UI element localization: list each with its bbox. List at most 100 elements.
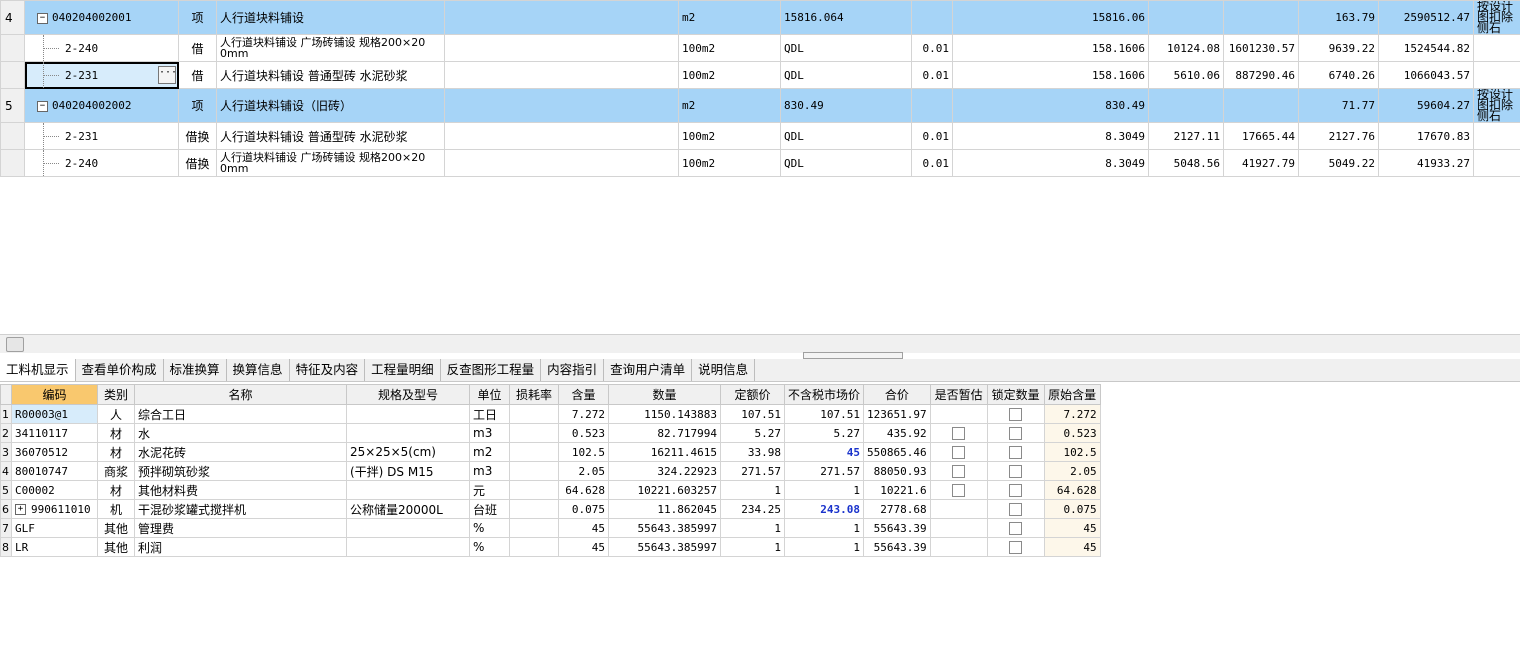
resource-spec[interactable]: [346, 480, 470, 500]
is-estimate-checkbox[interactable]: [952, 484, 966, 497]
combined-price[interactable]: 17665.44: [1223, 122, 1299, 150]
market-price-excl-tax[interactable]: 45: [783, 442, 865, 462]
unit-price[interactable]: [1148, 88, 1224, 123]
composite-unit-price[interactable]: 9639.22: [1298, 34, 1379, 62]
is-estimate-checkbox[interactable]: [952, 465, 966, 478]
tab-9[interactable]: 查询用户清单: [604, 359, 693, 381]
column-header[interactable]: 数量: [608, 384, 721, 405]
quota-price[interactable]: 1: [720, 537, 785, 557]
content[interactable]: 45: [558, 537, 609, 557]
row-number[interactable]: 1: [0, 404, 12, 424]
composite-unit-price[interactable]: 5049.22: [1298, 149, 1379, 177]
tab-1[interactable]: 工料机显示: [0, 359, 76, 381]
item-unit[interactable]: 100m2: [678, 34, 781, 62]
row-number[interactable]: 4: [0, 461, 12, 481]
resource-name[interactable]: 利润: [134, 537, 347, 557]
resource-code[interactable]: 36070512: [11, 442, 98, 462]
item-type[interactable]: 项: [178, 88, 217, 123]
quantity[interactable]: 16211.4615: [608, 442, 721, 462]
loss-rate[interactable]: [509, 461, 559, 481]
resource-spec[interactable]: [346, 518, 470, 538]
resource-code[interactable]: R00003@1: [11, 404, 98, 424]
combined-price[interactable]: 1601230.57: [1223, 34, 1299, 62]
resource-spec[interactable]: [346, 404, 470, 424]
column-header[interactable]: 编码: [11, 384, 98, 405]
tab-6[interactable]: 工程量明细: [365, 359, 441, 381]
resource-name[interactable]: 预拌砌筑砂浆: [134, 461, 347, 481]
quantity[interactable]: 8.3049: [952, 122, 1149, 150]
resource-code[interactable]: C00002: [11, 480, 98, 500]
loss-rate[interactable]: [509, 480, 559, 500]
calculation-rule[interactable]: [1473, 34, 1520, 62]
item-code-cell[interactable]: 2-231: [24, 122, 179, 150]
item-unit[interactable]: m2: [678, 88, 781, 123]
content[interactable]: 2.05: [558, 461, 609, 481]
original-content[interactable]: 45: [1043, 537, 1101, 557]
quantity[interactable]: 830.49: [952, 88, 1149, 123]
item-name[interactable]: 人行道块料铺设 广场砖铺设 规格200×20 0mm: [216, 34, 445, 62]
item-code-cell[interactable]: −040204002001: [24, 0, 179, 35]
row-number[interactable]: 8: [0, 537, 12, 557]
column-header[interactable]: 含量: [558, 384, 609, 405]
original-content[interactable]: 7.272: [1043, 404, 1101, 424]
resource-unit[interactable]: m3: [469, 423, 510, 443]
calculation-rule[interactable]: [1473, 122, 1520, 150]
row-number[interactable]: 3: [0, 442, 12, 462]
quantity-expression[interactable]: 15816.064: [780, 0, 912, 35]
lock-quantity-cell[interactable]: [986, 499, 1045, 519]
resource-unit[interactable]: 台班: [469, 499, 510, 519]
resource-category[interactable]: 机: [97, 499, 135, 519]
lock-quantity-cell[interactable]: [986, 442, 1045, 462]
quota-price[interactable]: 1: [720, 480, 785, 500]
combined-price[interactable]: [1223, 88, 1299, 123]
quantity[interactable]: 55643.385997: [608, 537, 721, 557]
quota-price[interactable]: 271.57: [720, 461, 785, 481]
item-feature[interactable]: [444, 122, 679, 150]
resource-spec[interactable]: 公称储量20000L: [346, 499, 470, 519]
resource-row[interactable]: 8 LR 其他 利润% 45 55643.385997 1 1 55643.39 45: [0, 537, 1101, 557]
resource-category[interactable]: 材: [97, 423, 135, 443]
column-header[interactable]: 不含税市场价: [783, 384, 865, 405]
original-content[interactable]: 0.523: [1043, 423, 1101, 443]
quota-row[interactable]: 2-231 ··· 借人行道块料铺设 普通型砖 水泥砂浆 100m2 QDL 0.01 15…: [0, 61, 1520, 89]
total-price[interactable]: 10221.6: [863, 480, 931, 500]
resource-row[interactable]: 5 C00002 材其他材料费元 64.628 10221.603257 1 1 10221.…: [0, 480, 1101, 500]
content-ratio[interactable]: [911, 0, 953, 35]
total-price[interactable]: 435.92: [863, 423, 931, 443]
expand-toggle-icon[interactable]: +: [15, 504, 26, 515]
quota-row[interactable]: 2-240 借人行道块料铺设 广场砖铺设 规格200×20 0mm 100m2 QDL 0…: [0, 34, 1520, 62]
column-header[interactable]: 单位: [469, 384, 510, 405]
market-price-excl-tax[interactable]: 5.27: [783, 423, 865, 443]
row-number[interactable]: 7: [0, 518, 12, 538]
total-price[interactable]: 550865.46: [863, 442, 931, 462]
lock-quantity-checkbox[interactable]: [1009, 408, 1023, 421]
lock-quantity-cell[interactable]: [986, 404, 1045, 424]
tab-4[interactable]: 换算信息: [227, 359, 290, 381]
tab-2[interactable]: 查看单价构成: [76, 359, 164, 381]
column-header[interactable]: 类别: [97, 384, 135, 405]
row-number[interactable]: [0, 61, 25, 89]
column-header[interactable]: 名称: [134, 384, 347, 405]
item-feature[interactable]: [444, 0, 679, 35]
column-header[interactable]: 原始含量: [1043, 384, 1101, 405]
combined-price[interactable]: 41927.79: [1223, 149, 1299, 177]
quota-row[interactable]: 2-231 借换 人行道块料铺设 普通型砖 水泥砂浆 100m2 QDL 0.01 8.30…: [0, 122, 1520, 150]
row-number[interactable]: [0, 149, 25, 177]
resource-category[interactable]: 其他: [97, 518, 135, 538]
quantity-expression[interactable]: QDL: [780, 122, 912, 150]
loss-rate[interactable]: [509, 442, 559, 462]
item-type[interactable]: 借: [178, 61, 217, 89]
is-estimate-checkbox[interactable]: [952, 446, 966, 459]
lock-quantity-cell[interactable]: [986, 537, 1045, 557]
is-estimate-cell[interactable]: [929, 404, 988, 424]
calculation-rule[interactable]: [1473, 149, 1520, 177]
item-type[interactable]: 借: [178, 34, 217, 62]
resource-row[interactable]: 3 36070512 材水泥花砖 25×25×5(cm) m2 102.5 16211.46…: [0, 442, 1101, 462]
resource-code[interactable]: 80010747: [11, 461, 98, 481]
lock-quantity-checkbox[interactable]: [1009, 465, 1023, 478]
bill-item-row[interactable]: 4−040204002001 项人行道块料铺设 m2 15816.064 15816.0…: [0, 0, 1520, 35]
tab-10[interactable]: 说明信息: [692, 359, 756, 381]
item-name[interactable]: 人行道块料铺设（旧砖）: [216, 88, 445, 123]
content[interactable]: 102.5: [558, 442, 609, 462]
resource-row[interactable]: 6 +990611010 机干混砂浆罐式搅拌机 公称储量20000L 台班 0.075 11…: [0, 499, 1101, 519]
